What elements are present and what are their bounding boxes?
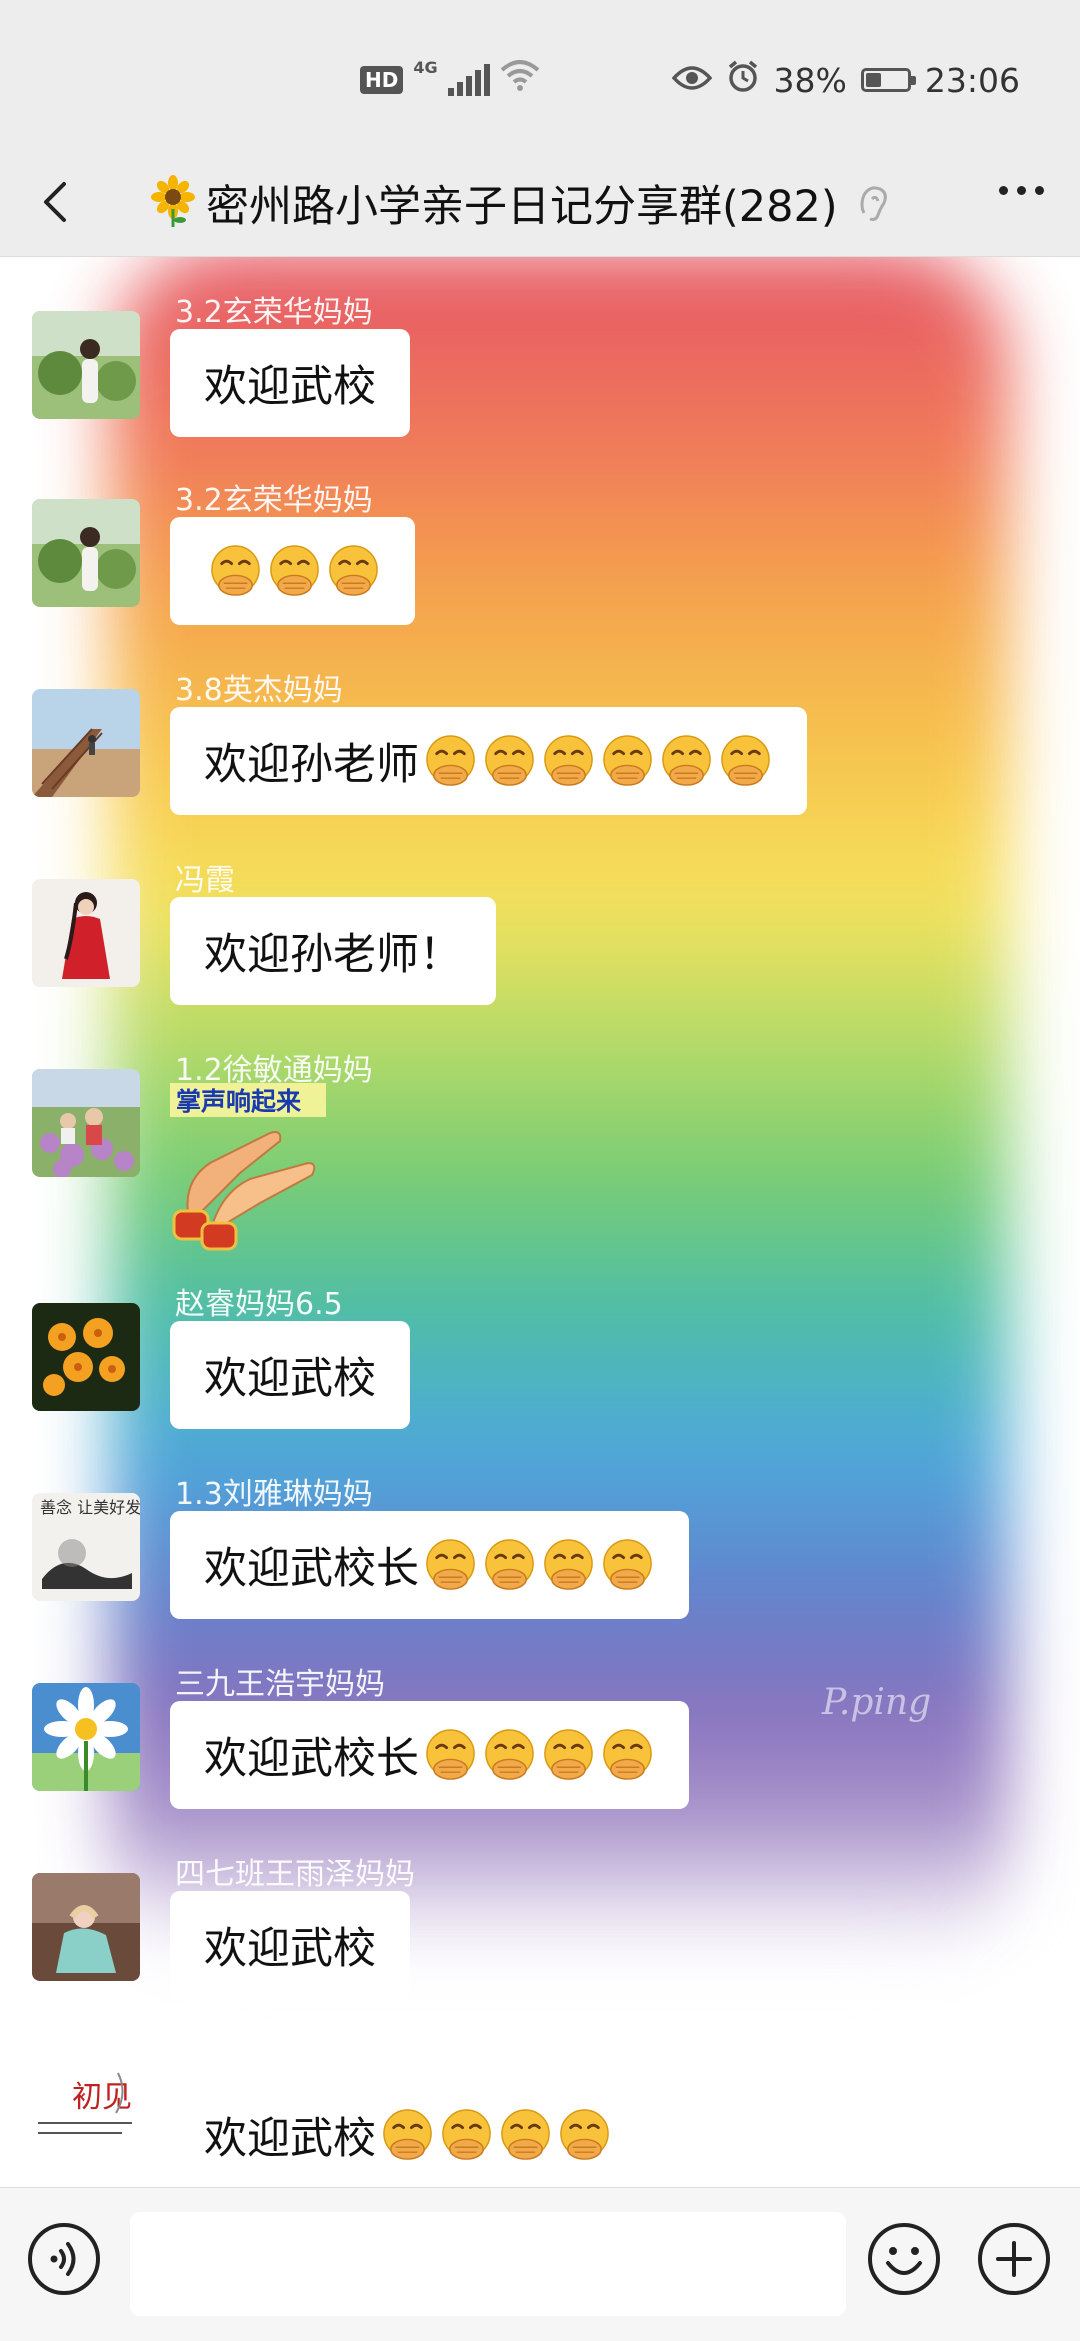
hand-over-mouth-emoji xyxy=(482,734,537,789)
emoji-icon xyxy=(868,2223,940,2295)
sender-name: 3.2玄荣华妈妈 xyxy=(175,483,373,518)
more-functions-button[interactable] xyxy=(976,2221,1052,2297)
avatar[interactable] xyxy=(32,879,140,987)
sender-name: 3.7俊宇妈妈 xyxy=(175,2047,343,2082)
hand-over-mouth-emoji xyxy=(718,734,773,789)
hand-over-mouth-emoji xyxy=(482,1728,537,1783)
battery-fill xyxy=(865,73,881,87)
hand-over-mouth-emoji xyxy=(423,1728,478,1783)
more-icon-dot xyxy=(1017,186,1026,195)
message-text: 欢迎武校长 xyxy=(204,1734,419,1784)
hand-over-mouth-emoji xyxy=(659,734,714,789)
plus-icon xyxy=(978,2223,1050,2295)
sender-name: 3.8英杰妈妈 xyxy=(175,673,343,708)
hand-over-mouth-emoji xyxy=(439,2108,494,2163)
emoji-group xyxy=(204,544,381,599)
input-bar xyxy=(0,2187,1080,2341)
sender-name: 1.3刘雅琳妈妈 xyxy=(175,1477,373,1512)
hand-over-mouth-emoji xyxy=(541,1728,596,1783)
message-text: 欢迎武校 xyxy=(204,1354,376,1404)
hand-over-mouth-emoji xyxy=(326,544,381,599)
watermark: P.ping xyxy=(822,1682,932,1723)
hand-over-mouth-emoji xyxy=(482,1538,537,1593)
more-button[interactable] xyxy=(999,186,1044,195)
message-text: 欢迎孙老师！ xyxy=(204,930,462,980)
hand-over-mouth-emoji xyxy=(267,544,322,599)
alarm-icon xyxy=(726,59,760,101)
message-text: 欢迎武校 xyxy=(204,2114,376,2164)
emoji-group xyxy=(376,2108,612,2163)
avatar-caption: 善念 让美好发生 xyxy=(40,1498,140,1517)
message-bubble[interactable]: 欢迎武校 xyxy=(170,2081,646,2187)
battery-icon xyxy=(860,68,916,92)
hand-over-mouth-emoji xyxy=(541,734,596,789)
avatar[interactable]: 善念 让美好发生 xyxy=(32,1493,140,1601)
emoji-group xyxy=(419,1728,655,1783)
status-left: HD 4G xyxy=(360,56,540,104)
message-text: 欢迎武校 xyxy=(204,1924,376,1974)
sender-name: 四七班王雨泽妈妈 xyxy=(175,1857,415,1892)
sender-name: 赵睿妈妈6.5 xyxy=(175,1287,343,1322)
hand-over-mouth-emoji xyxy=(600,734,655,789)
back-button[interactable] xyxy=(28,172,88,232)
message-input[interactable] xyxy=(130,2212,846,2316)
avatar[interactable] xyxy=(32,1069,140,1177)
group-title: 密州路小学亲子日记分享群(282) xyxy=(206,182,838,232)
wifi-icon xyxy=(500,60,540,100)
chat-header: 密州路小学亲子日记分享群(282) xyxy=(0,150,1080,257)
battery-percent: 38% xyxy=(773,60,847,100)
message-text: 欢迎武校 xyxy=(204,362,376,412)
eye-icon xyxy=(671,61,712,100)
emoji-group xyxy=(419,1538,655,1593)
network-type: 4G xyxy=(413,58,438,77)
mute-icon xyxy=(856,183,890,223)
hand-over-mouth-emoji xyxy=(600,1728,655,1783)
message-bubble[interactable]: 欢迎武校长 xyxy=(170,1511,689,1619)
applause-sticker[interactable]: 掌声响起来 xyxy=(170,1083,330,1253)
avatar[interactable] xyxy=(32,689,140,797)
hand-over-mouth-emoji xyxy=(208,544,263,599)
signal-icon xyxy=(447,64,490,96)
group-title-area[interactable]: 密州路小学亲子日记分享群(282) xyxy=(150,168,890,238)
emoji-button[interactable] xyxy=(866,2221,942,2297)
hand-over-mouth-emoji xyxy=(600,1538,655,1593)
hand-over-mouth-emoji xyxy=(541,1538,596,1593)
clock: 23:06 xyxy=(924,60,1020,100)
chat-messages[interactable]: P.ping 3.2玄荣华妈妈 欢迎武校 3.2玄荣华妈妈 3.8英杰妈妈 欢迎… xyxy=(0,257,1080,2187)
message-bubble[interactable]: 欢迎武校 xyxy=(170,1321,410,1429)
message-bubble[interactable] xyxy=(170,517,415,625)
sender-name: 冯霞 xyxy=(175,863,235,898)
hand-over-mouth-emoji xyxy=(498,2108,553,2163)
message-bubble[interactable]: 欢迎武校 xyxy=(170,1891,410,1999)
voice-icon xyxy=(28,2223,100,2295)
avatar[interactable] xyxy=(32,1873,140,1981)
message-text: 欢迎武校长 xyxy=(204,1544,419,1594)
hand-over-mouth-emoji xyxy=(423,1538,478,1593)
message-bubble[interactable]: 欢迎武校 xyxy=(170,329,410,437)
avatar[interactable] xyxy=(32,499,140,607)
more-icon-dot xyxy=(999,186,1008,195)
avatar[interactable]: 初见 xyxy=(32,2063,140,2171)
hand-over-mouth-emoji xyxy=(380,2108,435,2163)
more-icon-dot xyxy=(1035,186,1044,195)
back-icon xyxy=(44,182,66,222)
status-bar: HD 4G 38% 23:06 xyxy=(0,0,1080,150)
sender-name: 3.2玄荣华妈妈 xyxy=(175,295,373,330)
avatar[interactable] xyxy=(32,311,140,419)
sunflower-icon xyxy=(150,175,196,231)
status-right: 38% 23:06 xyxy=(671,56,1020,104)
hand-over-mouth-emoji xyxy=(423,734,478,789)
sender-name: 三九王浩宇妈妈 xyxy=(175,1667,385,1702)
avatar[interactable] xyxy=(32,1683,140,1791)
message-bubble[interactable]: 欢迎孙老师！ xyxy=(170,897,496,1005)
avatar[interactable] xyxy=(32,1303,140,1411)
message-text: 欢迎孙老师 xyxy=(204,740,419,790)
hand-over-mouth-emoji xyxy=(557,2108,612,2163)
message-bubble[interactable]: 欢迎武校长 xyxy=(170,1701,689,1809)
hd-icon: HD xyxy=(360,66,404,94)
voice-button[interactable] xyxy=(26,2221,102,2297)
message-bubble[interactable]: 欢迎孙老师 xyxy=(170,707,807,815)
emoji-group xyxy=(419,734,773,789)
sticker-caption: 掌声响起来 xyxy=(176,1087,302,1116)
